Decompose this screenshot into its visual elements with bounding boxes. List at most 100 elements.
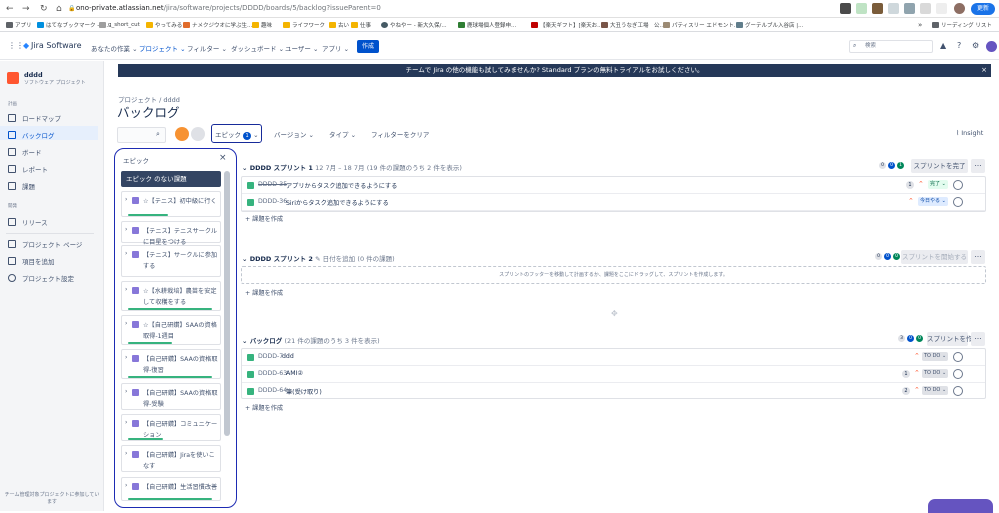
issue-row[interactable]: DDDD-64 筆(受け取り) 2 ⌃ TO DO ⌄ (242, 383, 985, 400)
bookmark-item[interactable]: やねやー - 新大久保/... (381, 20, 447, 30)
backlog-title[interactable]: ⌄ バックログ (21 件の課題のうち 3 件を表示) (242, 335, 380, 345)
epic-panel-scrollbar[interactable] (224, 171, 230, 436)
reading-list-icon[interactable] (936, 3, 947, 14)
add-people-icon[interactable] (191, 127, 205, 141)
more-bookmarks-icon[interactable]: » (918, 20, 922, 30)
issue-key[interactable]: DDDD-36 (258, 198, 287, 205)
reading-list-button[interactable]: リーディング リスト (932, 20, 992, 30)
create-issue-button[interactable]: + 課題を作成 (245, 214, 283, 223)
status-badge[interactable]: TO DO ⌄ (922, 386, 949, 395)
chevron-right-icon[interactable]: › (125, 286, 127, 293)
backlog-header[interactable]: ⌄ バックログ (21 件の課題のうち 3 件を表示) 3 0 0 スプリントを… (241, 331, 986, 347)
issue-row[interactable]: DDDD-63 AMI② 1 ⌃ TO DO ⌄ (242, 366, 985, 383)
chevron-right-icon[interactable]: › (125, 226, 127, 233)
start-sprint-button[interactable]: スプリントを開始する (901, 250, 968, 264)
status-badge[interactable]: 完了 ⌄ (928, 180, 948, 189)
sprint-2-header[interactable]: ⌄ DDDD スプリント 2 ✎ 日付を追加 (0 件の課題) 0 0 0 スプ… (241, 249, 986, 265)
clear-filters-button[interactable]: フィルターをクリア (371, 129, 429, 139)
chevron-right-icon[interactable]: › (125, 450, 127, 457)
chevron-right-icon[interactable]: › (125, 320, 127, 327)
epic-card[interactable]: › ☆【水耕栽培】農苗を安定して収穫をする (121, 281, 221, 311)
avatar[interactable] (175, 127, 189, 141)
sprint-1-header[interactable]: ⌄ DDDD スプリント 1 12 7月 – 18 7月 (19 件の課題のうち… (241, 158, 986, 174)
bookmark-item[interactable]: ナメクジウオに学ぶ生... (183, 20, 252, 30)
bookmark-item[interactable]: g_short_cut (99, 20, 140, 30)
issue-row[interactable]: DDDD-7 ddd ⌃ TO DO ⌄ (242, 349, 985, 366)
bookmark-item[interactable]: 仕事 (351, 20, 371, 30)
puzzle-icon[interactable] (920, 3, 931, 14)
chevron-right-icon[interactable]: › (125, 419, 127, 426)
assignee-avatar[interactable] (953, 197, 963, 207)
extension-icon[interactable] (904, 3, 915, 14)
epic-card[interactable]: › 【テニス】サークルに参加する (121, 245, 221, 277)
issue-key[interactable]: DDDD-63 (258, 370, 287, 377)
issue-key[interactable]: DDDD-64 (258, 387, 287, 394)
reload-icon[interactable]: ↻ (40, 4, 48, 14)
home-icon[interactable]: ⌂ (56, 4, 62, 14)
nav-apps[interactable]: アプリ ⌄ (322, 43, 349, 53)
extension-icon[interactable] (856, 3, 867, 14)
bookmark-apps[interactable]: アプリ (6, 20, 32, 30)
bookmark-item[interactable]: グーテルブル入谷店 |... (736, 20, 803, 30)
avatar[interactable] (954, 3, 965, 14)
complete-sprint-button[interactable]: スプリントを完了 (911, 159, 968, 173)
create-issue-button[interactable]: + 課題を作成 (245, 403, 283, 412)
address-bar[interactable]: ono-private.atlassian.net/jira/software/… (76, 3, 381, 14)
assignee-avatar[interactable] (953, 386, 963, 396)
bookmark-item[interactable]: 【楽天ギフト】[楽天お... (531, 20, 602, 30)
more-icon[interactable]: … (971, 159, 985, 173)
epic-card[interactable]: › ☆【自己研鑽】SAAの資格取得-1週目 (121, 315, 221, 345)
lock-icon[interactable]: 🔒 (68, 5, 75, 12)
status-badge[interactable]: TO DO ⌄ (922, 352, 949, 361)
help-icon[interactable]: ? (957, 41, 961, 50)
backlog-search-input[interactable]: ⌕ (117, 127, 166, 143)
nav-dashboards[interactable]: ダッシュボード ⌄ (231, 43, 284, 53)
bookmark-item[interactable]: やってみる (146, 20, 182, 30)
chevron-right-icon[interactable]: › (125, 196, 127, 203)
more-icon[interactable]: … (971, 332, 985, 346)
bookmark-item[interactable]: 趣味 (252, 20, 272, 30)
create-issue-button[interactable]: + 課題を作成 (245, 288, 283, 297)
assignee-avatar[interactable] (953, 352, 963, 362)
global-search-input[interactable]: 検索 (849, 40, 933, 53)
issue-row[interactable]: DDDD-36 Siriからタスク追加できるようにする ⌃ 今日やる ⌄ (242, 194, 985, 211)
sprint-2-title[interactable]: ⌄ DDDD スプリント 2 ✎ 日付を追加 (0 件の課題) (242, 253, 395, 263)
update-button[interactable]: 更新 (971, 3, 995, 15)
back-icon[interactable]: ← (6, 4, 14, 14)
no-epic-item[interactable]: エピック のない課題 (121, 171, 221, 187)
app-switcher-icon[interactable]: ⋮⋮ (8, 41, 24, 50)
banner-text[interactable]: チームで Jira の他の機能も試してみませんか? Standard プランの無… (405, 66, 703, 74)
bookmark-item[interactable]: 大丑うなぎ工場 公... (601, 20, 665, 30)
chevron-right-icon[interactable]: › (125, 250, 127, 257)
create-button[interactable]: 作成 (357, 40, 379, 53)
project-avatar[interactable] (7, 72, 19, 84)
chevron-right-icon[interactable]: › (125, 482, 127, 489)
nav-projects[interactable]: プロジェクト ⌄ (139, 43, 186, 53)
story-points-badge[interactable]: 1 (902, 370, 910, 378)
extension-icon[interactable] (872, 3, 883, 14)
project-name[interactable]: dddd (24, 71, 43, 79)
close-icon[interactable]: × (219, 153, 227, 163)
epic-card[interactable]: › 【自己研鑽】SAAの資格取得-受験 (121, 383, 221, 410)
type-filter-button[interactable]: タイプ ⌄ (329, 129, 356, 139)
bookmark-item[interactable]: 古い (329, 20, 349, 30)
sidebar-item-project-pages[interactable]: プロジェクト ページ (8, 239, 82, 249)
bookmark-item[interactable]: 鹿球場個人登録申... (458, 20, 516, 30)
version-filter-button[interactable]: バージョン ⌄ (274, 129, 314, 139)
status-badge[interactable]: TO DO ⌄ (922, 369, 949, 378)
sidebar-item-releases[interactable]: リリース (8, 217, 48, 227)
settings-icon[interactable]: ⚙ (972, 41, 979, 50)
sidebar-item-backlog[interactable]: バックログ (8, 130, 55, 140)
nav-filters[interactable]: フィルター ⌄ (187, 43, 227, 53)
avatar[interactable] (986, 41, 997, 52)
chevron-right-icon[interactable]: › (125, 388, 127, 395)
forward-icon[interactable]: → (22, 4, 30, 14)
close-icon[interactable]: × (981, 64, 987, 77)
status-badge[interactable]: 今日やる ⌄ (918, 197, 948, 206)
product-name[interactable]: Jira Software (31, 41, 82, 50)
chevron-right-icon[interactable]: › (125, 354, 127, 361)
sidebar-item-project-settings[interactable]: プロジェクト設定 (8, 273, 74, 283)
notification-icon[interactable]: ▲ (940, 41, 946, 50)
epic-card[interactable]: › 【自己研鑽】生活習慣改善 (121, 477, 221, 501)
issue-key[interactable]: DDDD-35 (258, 181, 287, 188)
